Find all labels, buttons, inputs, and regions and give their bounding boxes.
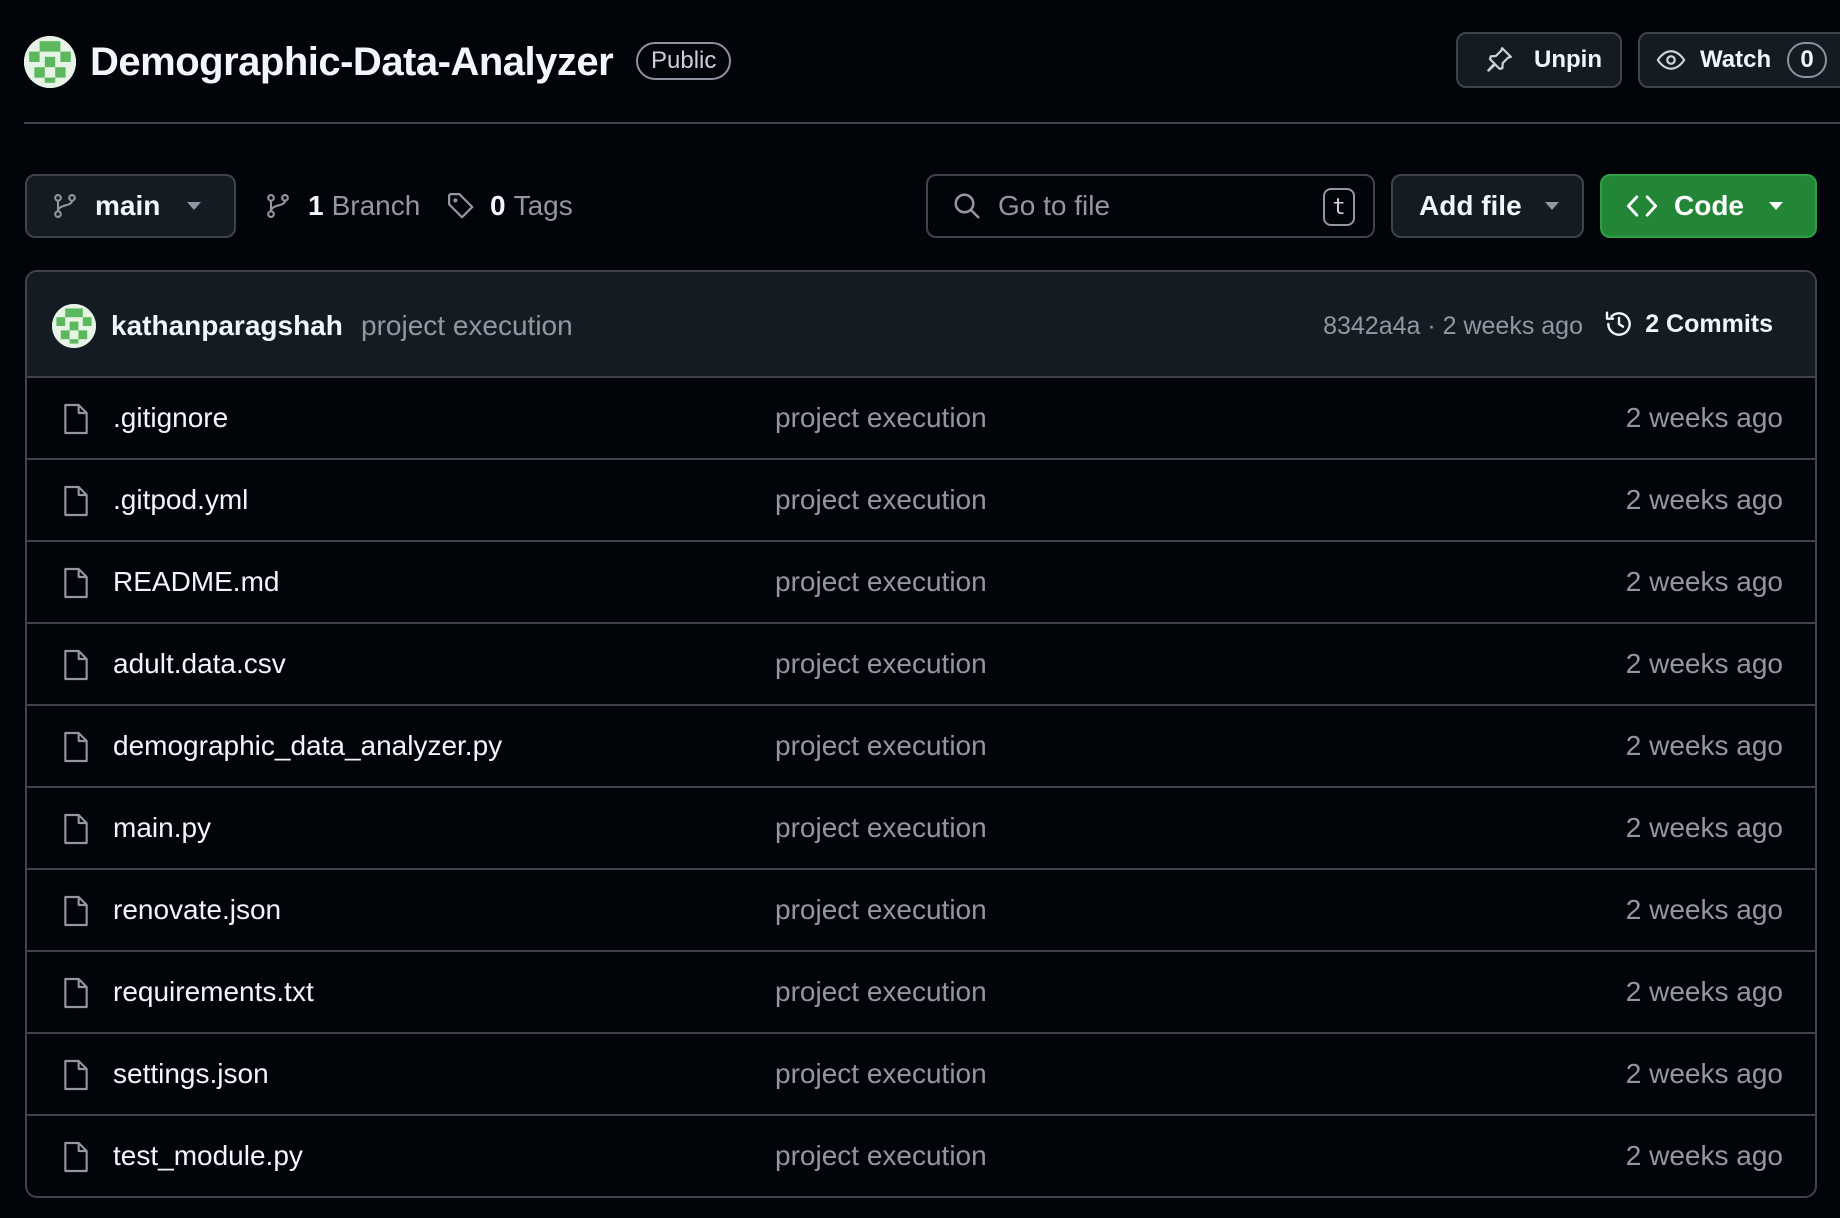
file-updated-time: 2 weeks ago [1625,894,1783,925]
repo-avatar[interactable] [24,36,76,88]
branch-select[interactable]: main [25,174,236,238]
file-updated-time: 2 weeks ago [1625,1140,1783,1171]
file-name-link[interactable]: main.py [113,812,211,844]
go-to-file-search[interactable]: t [926,174,1375,238]
header-divider [24,122,1840,124]
git-branch-icon [54,193,76,219]
file-row[interactable]: adult.data.csv project execution 2 weeks… [27,624,1815,706]
file-row[interactable]: test_module.py project execution 2 weeks… [27,1116,1815,1196]
watch-button[interactable]: Watch 0 [1638,32,1840,88]
branches-text: 1 Branch [308,190,420,222]
file-icon [64,567,88,599]
branch-count: 1 [308,190,324,221]
file-icon [64,403,88,435]
caret-down-icon [187,202,202,210]
file-name-link[interactable]: test_module.py [113,1140,303,1172]
history-icon [1605,311,1631,336]
file-row[interactable]: settings.json project execution 2 weeks … [27,1034,1815,1116]
commit-message-link[interactable]: project execution [361,310,573,342]
watch-count: 0 [1787,42,1828,78]
file-icon [64,1141,88,1173]
add-file-button[interactable]: Add file [1391,174,1584,238]
commits-count-label: 2 Commits [1645,309,1773,338]
latest-commit-bar: kathanparagshah project execution 8342a4… [27,272,1815,378]
file-commit-message[interactable]: project execution [775,976,987,1008]
branch-label: Branch [331,190,421,221]
file-name-link[interactable]: demographic_data_analyzer.py [113,730,502,762]
file-icon [64,485,88,517]
commits-history-link[interactable]: 2 Commits [1603,306,1773,342]
branches-link[interactable]: 1 Branch [264,188,420,224]
file-icon [64,731,88,763]
identicon-icon [24,36,76,88]
file-icon [64,977,88,1009]
file-name-link[interactable]: .gitignore [113,402,228,434]
file-row[interactable]: .gitpod.yml project execution 2 weeks ag… [27,460,1815,542]
avatar[interactable] [52,304,96,348]
add-file-label: Add file [1419,190,1522,221]
go-to-file-input[interactable] [998,190,1318,222]
file-commit-message[interactable]: project execution [775,648,987,680]
identicon-icon [52,304,96,348]
file-name-link[interactable]: .gitpod.yml [113,484,248,516]
tag-icon [448,193,474,219]
commit-hash-time[interactable]: 8342a4a · 2 weeks ago [1323,312,1583,341]
repo-page: Demographic-Data-Analyzer Public Unpin W… [0,0,1840,1218]
file-name-link[interactable]: renovate.json [113,894,281,926]
eye-icon [1656,50,1686,70]
file-updated-time: 2 weeks ago [1625,566,1783,597]
file-name-link[interactable]: adult.data.csv [113,648,286,680]
git-branch-icon [267,193,289,219]
repo-header: Demographic-Data-Analyzer Public Unpin W… [0,0,1840,124]
caret-down-icon [1544,202,1559,210]
tag-label: Tags [513,190,573,221]
file-row[interactable]: README.md project execution 2 weeks ago [27,542,1815,624]
code-label: Code [1674,190,1744,221]
search-icon [954,193,980,219]
file-updated-time: 2 weeks ago [1625,976,1783,1007]
file-row[interactable]: main.py project execution 2 weeks ago [27,788,1815,870]
file-commit-message[interactable]: project execution [775,484,987,516]
file-commit-message[interactable]: project execution [775,402,987,434]
file-updated-time: 2 weeks ago [1625,402,1783,433]
unpin-button[interactable]: Unpin [1456,32,1622,88]
tags-text: 0 Tags [490,190,573,222]
file-row[interactable]: requirements.txt project execution 2 wee… [27,952,1815,1034]
file-row[interactable]: renovate.json project execution 2 weeks … [27,870,1815,952]
file-commit-message[interactable]: project execution [775,566,987,598]
file-updated-time: 2 weeks ago [1625,648,1783,679]
file-commit-message[interactable]: project execution [775,730,987,762]
file-updated-time: 2 weeks ago [1625,812,1783,843]
file-icon [64,813,88,845]
file-icon [64,1059,88,1091]
tags-link[interactable]: 0 Tags [446,188,573,224]
file-commit-message[interactable]: project execution [775,812,987,844]
pin-icon [1487,47,1512,72]
tag-count: 0 [490,190,506,221]
code-button[interactable]: Code [1600,174,1817,238]
file-name-link[interactable]: settings.json [113,1058,269,1090]
file-list: kathanparagshah project execution 8342a4… [25,270,1817,1198]
file-row[interactable]: .gitignore project execution 2 weeks ago [27,378,1815,460]
file-updated-time: 2 weeks ago [1625,730,1783,761]
watch-label: Watch [1700,46,1772,73]
file-commit-message[interactable]: project execution [775,1058,987,1090]
file-row[interactable]: demographic_data_analyzer.py project exe… [27,706,1815,788]
file-icon [64,895,88,927]
repo-name[interactable]: Demographic-Data-Analyzer [90,38,614,86]
unpin-label: Unpin [1534,46,1602,73]
file-commit-message[interactable]: project execution [775,1140,987,1172]
code-icon [1626,195,1658,217]
file-updated-time: 2 weeks ago [1625,1058,1783,1089]
file-icon [64,649,88,681]
file-commit-message[interactable]: project execution [775,894,987,926]
commit-author-link[interactable]: kathanparagshah [111,310,343,342]
file-name-link[interactable]: README.md [113,566,279,598]
file-name-link[interactable]: requirements.txt [113,976,314,1008]
file-updated-time: 2 weeks ago [1625,484,1783,515]
keyboard-shortcut-hint: t [1323,188,1355,226]
visibility-badge: Public [636,42,732,80]
branch-name: main [95,190,161,221]
caret-down-icon [1769,202,1783,210]
